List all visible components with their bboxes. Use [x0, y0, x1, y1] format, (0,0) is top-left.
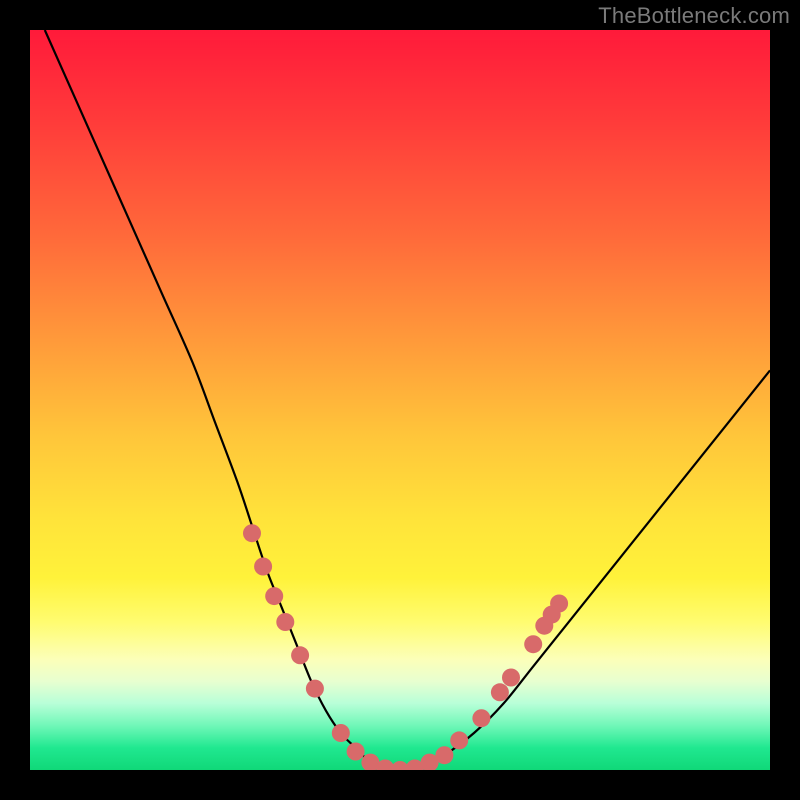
curve-marker [502, 669, 520, 687]
curve-marker [491, 683, 509, 701]
curve-marker [435, 746, 453, 764]
curve-marker [550, 595, 568, 613]
bottleneck-curve [45, 30, 770, 770]
curve-marker [332, 724, 350, 742]
curve-marker [276, 613, 294, 631]
watermark-text: TheBottleneck.com [598, 3, 790, 29]
plot-area [30, 30, 770, 770]
curve-marker [265, 587, 283, 605]
curve-marker [347, 743, 365, 761]
curve-svg [30, 30, 770, 770]
curve-marker [306, 680, 324, 698]
curve-marker [472, 709, 490, 727]
curve-marker [524, 635, 542, 653]
curve-marker [243, 524, 261, 542]
chart-frame: TheBottleneck.com [0, 0, 800, 800]
marker-group [243, 524, 568, 770]
curve-marker [254, 558, 272, 576]
curve-marker [291, 646, 309, 664]
curve-marker [450, 731, 468, 749]
